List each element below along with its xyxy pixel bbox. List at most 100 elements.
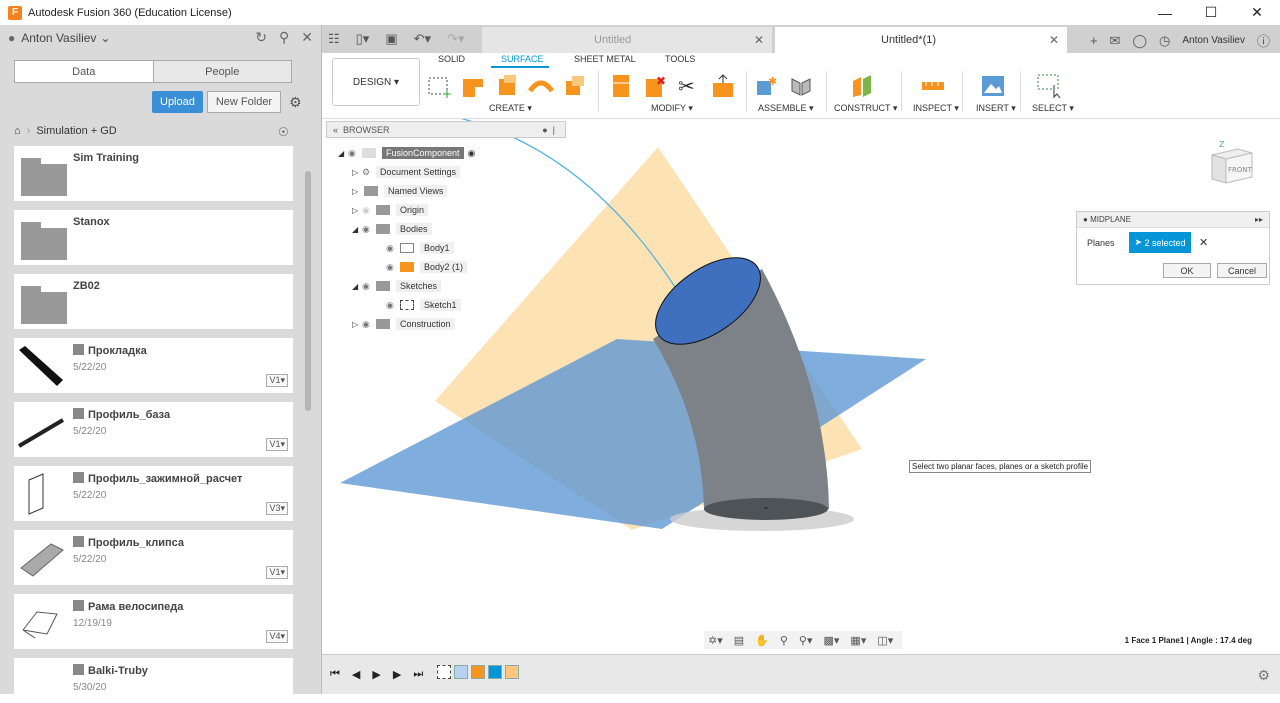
tree-row-construction[interactable]: ▷ ◉ Construction [352, 316, 455, 332]
refresh-icon[interactable]: ↻ [255, 29, 267, 46]
grid-settings-icon[interactable]: ▦▾ [850, 634, 866, 647]
step-back-icon[interactable]: ◀ [352, 668, 360, 681]
close-panel-icon[interactable]: ✕ [301, 29, 313, 46]
zoom-icon[interactable]: ⚲ [780, 634, 788, 647]
insert-group-label[interactable]: INSERT ▾ [976, 103, 1016, 114]
job-status-icon[interactable]: ◯ [1132, 33, 1147, 49]
breadcrumb-project[interactable]: Simulation + GD [36, 125, 116, 137]
list-item[interactable]: ZB02 [14, 274, 293, 329]
construct-group-label[interactable]: CONSTRUCT ▾ [834, 103, 897, 114]
collapse-dialog-icon[interactable]: ● [1083, 215, 1090, 224]
list-item[interactable]: Balki-Truby 5/30/20 [14, 658, 293, 694]
list-item[interactable]: Прокладка 5/22/20 V1▾ [14, 338, 293, 393]
thicken-icon[interactable] [608, 73, 634, 99]
tab-solid[interactable]: SOLID [438, 54, 465, 64]
list-item[interactable]: Sim Training [14, 146, 293, 201]
chevron-down-icon[interactable]: ⌄ [100, 31, 110, 45]
trim-icon[interactable]: ✂ [676, 73, 702, 99]
planes-selection-button[interactable]: ➤ 2 selected [1129, 232, 1191, 253]
tree-row-root[interactable]: ◢ ◉ FusionComponent ◉ [338, 145, 475, 161]
version-badge[interactable]: V1▾ [266, 566, 288, 579]
fit-icon[interactable]: ⚲▾ [799, 634, 813, 647]
new-component-icon[interactable]: ✱ [754, 73, 780, 99]
tree-row-bodies[interactable]: ◢ ◉ Bodies [352, 221, 432, 237]
expand-dialog-icon[interactable]: ▸▸ [1255, 215, 1263, 224]
create-group-label[interactable]: CREATE ▾ [489, 103, 532, 114]
version-badge[interactable]: V1▾ [266, 438, 288, 451]
orbit-icon[interactable]: ✡▾ [708, 634, 723, 647]
tree-row-body1[interactable]: ◉ Body1 [386, 240, 454, 256]
version-badge[interactable]: V3▾ [266, 502, 288, 515]
gear-icon[interactable]: ⚙ [289, 94, 302, 111]
timeline-feature-icon[interactable] [454, 665, 468, 679]
view-cube[interactable]: Z FRONT [1206, 139, 1256, 185]
browser-pin-icon[interactable]: ● | [542, 125, 555, 135]
create-sketch-icon[interactable]: + [426, 73, 452, 99]
new-tab-icon[interactable]: + [1090, 33, 1098, 48]
assemble-group-label[interactable]: ASSEMBLE ▾ [758, 103, 814, 114]
activate-icon[interactable]: ◉ [468, 148, 476, 159]
list-item[interactable]: Рама велосипеда 12/19/19 V4▾ [14, 594, 293, 649]
select-group-label[interactable]: SELECT ▾ [1032, 103, 1074, 114]
list-item[interactable]: Профиль_зажимной_расчет 5/22/20 V3▾ [14, 466, 293, 521]
look-at-icon[interactable]: ▤ [734, 634, 744, 647]
timeline-sketch-icon[interactable] [437, 665, 451, 679]
list-item[interactable]: Профиль_клипса 5/22/20 V1▾ [14, 530, 293, 585]
grid-menu-icon[interactable]: ☷ [328, 31, 340, 47]
go-to-start-icon[interactable]: ⏮ [330, 668, 340, 681]
globe-icon[interactable]: ☉ [278, 125, 289, 139]
tab-tools[interactable]: TOOLS [665, 54, 695, 64]
tree-row-named-views[interactable]: ▷ Named Views [352, 183, 448, 199]
version-badge[interactable]: V1▾ [266, 374, 288, 387]
version-badge[interactable]: V4▾ [266, 630, 288, 643]
help-icon[interactable]: ⓘ [1257, 31, 1270, 50]
canvas-viewport[interactable]: « BROWSER ● | ◢ ◉ FusionComponent ◉ ▷ ⚙ Docum… [322, 119, 1280, 654]
tree-row-origin[interactable]: ▷ ◉ Origin [352, 202, 429, 218]
tab-data[interactable]: Data [15, 61, 154, 82]
ok-button[interactable]: OK [1163, 263, 1211, 278]
maximize-icon[interactable]: ☐ [1188, 0, 1234, 25]
tab-sheet-metal[interactable]: SHEET METAL [574, 54, 636, 64]
file-icon[interactable]: ▯▾ [356, 31, 370, 47]
insert-image-icon[interactable] [980, 73, 1006, 99]
workspace-switcher[interactable]: DESIGN ▾ [332, 58, 420, 106]
tree-row-body2[interactable]: ◉ Body2 (1) [386, 259, 468, 275]
clear-selection-icon[interactable]: ✕ [1199, 236, 1208, 249]
delete-face-icon[interactable]: ✖ [642, 73, 668, 99]
modify-group-label[interactable]: MODIFY ▾ [651, 103, 693, 114]
cancel-button[interactable]: Cancel [1217, 263, 1267, 278]
list-item[interactable]: Профиль_база 5/22/20 V1▾ [14, 402, 293, 457]
collapse-icon[interactable]: « [333, 125, 343, 135]
close-tab-icon[interactable]: ✕ [754, 33, 764, 47]
measure-icon[interactable] [920, 73, 946, 99]
search-icon[interactable]: ⚲ [279, 29, 289, 46]
extrude-icon[interactable] [460, 73, 486, 99]
minimize-icon[interactable]: — [1142, 0, 1188, 25]
user-name[interactable]: Anton Vasiliev [21, 31, 96, 45]
offset-plane-icon[interactable] [849, 73, 875, 99]
loft-icon[interactable] [562, 73, 588, 99]
home-icon[interactable]: ⌂ [14, 125, 21, 137]
undo-icon[interactable]: ↶▾ [414, 31, 431, 47]
patch-icon[interactable] [494, 73, 520, 99]
close-icon[interactable]: ✕ [1234, 0, 1280, 25]
step-forward-icon[interactable]: ▶ [393, 668, 401, 681]
scrollbar[interactable] [305, 171, 311, 411]
timeline-feature-icon[interactable] [471, 665, 485, 679]
pan-icon[interactable]: ✋ [755, 634, 769, 647]
tree-row-sketches[interactable]: ◢ ◉ Sketches [352, 278, 442, 294]
timeline-feature-icon[interactable] [488, 665, 502, 679]
tree-row-document-settings[interactable]: ▷ ⚙ Document Settings [352, 164, 461, 180]
redo-icon[interactable]: ↷▾ [447, 31, 464, 47]
tab-surface[interactable]: SURFACE [501, 54, 544, 64]
inspect-group-label[interactable]: INSPECT ▾ [913, 103, 959, 114]
sweep-icon[interactable] [528, 73, 554, 99]
tab-untitled-1[interactable]: Untitled*(1) ✕ [775, 27, 1067, 53]
timeline-gear-icon[interactable]: ⚙ [1257, 667, 1270, 684]
play-icon[interactable]: ▶ [372, 668, 380, 681]
notifications-icon[interactable]: ✉ [1110, 33, 1121, 49]
viewports-icon[interactable]: ◫▾ [877, 634, 893, 647]
display-settings-icon[interactable]: ▩▾ [824, 634, 840, 647]
new-folder-button[interactable]: New Folder [206, 91, 282, 113]
select-icon[interactable] [1036, 73, 1062, 99]
